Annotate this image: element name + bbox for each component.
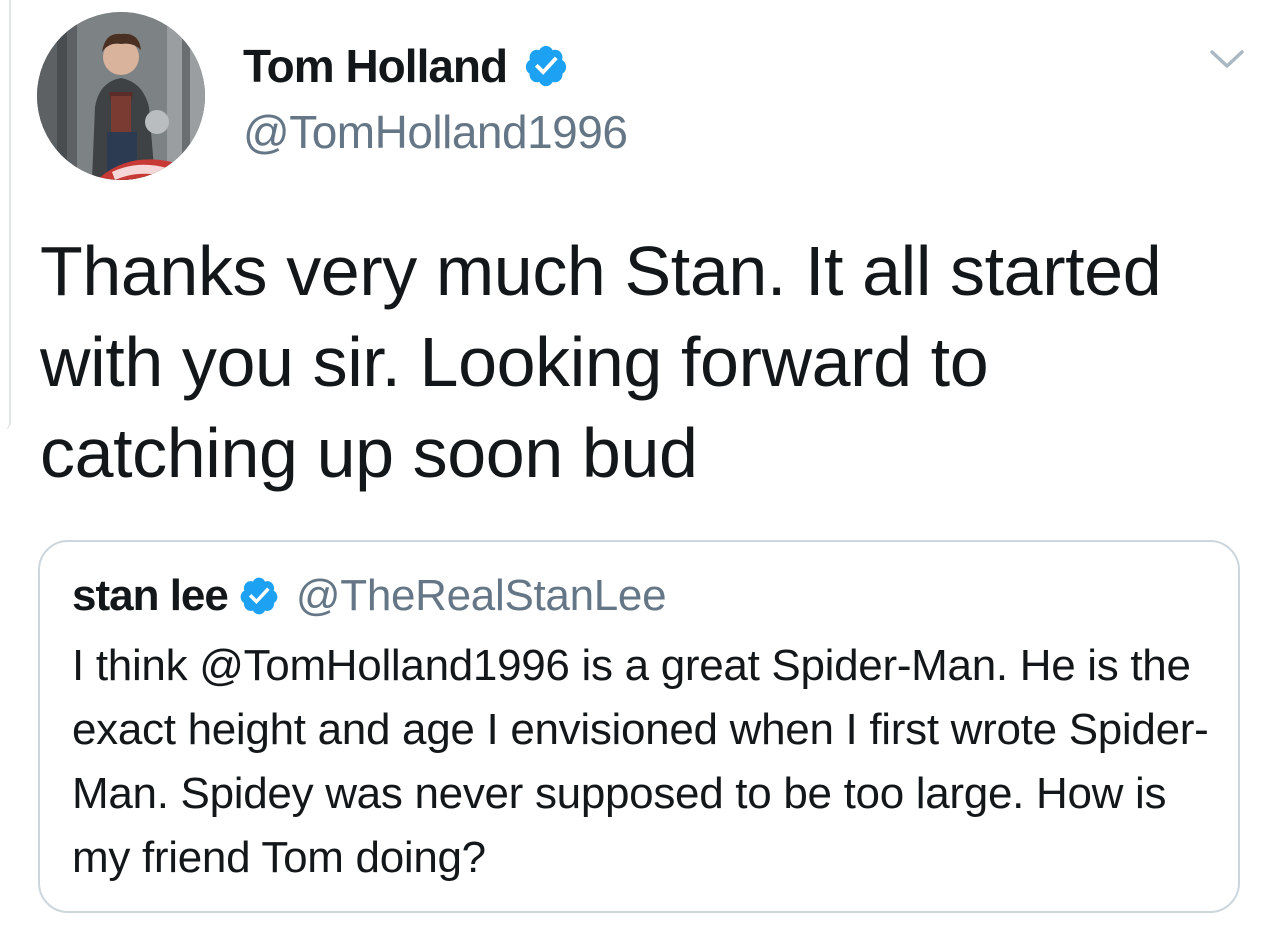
quoted-author-handle: @TheRealStanLee (295, 571, 667, 620)
chevron-down-icon[interactable] (1208, 44, 1246, 74)
author-display-name[interactable]: Tom Holland (243, 39, 508, 93)
verified-badge-icon (238, 575, 280, 617)
author-name-row[interactable]: Tom Holland (243, 38, 569, 94)
avatar[interactable] (37, 12, 205, 180)
tweet-text: Thanks very much Stan. It all started wi… (40, 232, 1162, 492)
avatar-photo (37, 12, 205, 180)
verified-badge-icon (523, 43, 569, 89)
tweet-screen: Tom Holland @TomHolland1996 Thanks very … (0, 0, 1280, 941)
author-handle[interactable]: @TomHolland1996 (243, 105, 628, 159)
quoted-author-name: stan lee (72, 571, 229, 620)
left-panel-edge (0, 0, 11, 430)
quoted-tweet-card[interactable]: stan lee @TheRealStanLee I think @TomHol… (38, 540, 1240, 913)
quoted-tweet-header: stan lee @TheRealStanLee (72, 568, 667, 624)
quoted-tweet-text: I think @TomHolland1996 is a great Spide… (72, 641, 1209, 882)
